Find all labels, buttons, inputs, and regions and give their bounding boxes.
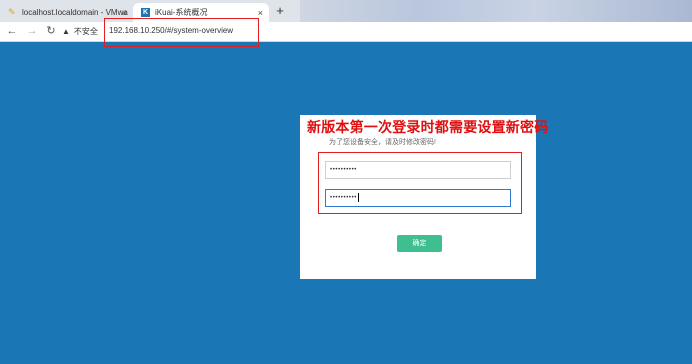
close-icon[interactable]: × [258,8,263,18]
text-caret [358,192,360,202]
pencil-icon: ✎ [8,7,16,17]
tab-title: iKuai-系统概况 [155,8,208,17]
password-value: •••••••••• [330,195,358,201]
password-value: •••••••••• [330,167,358,173]
tab-title: localhost.localdomain - VMwa [22,8,128,17]
url-highlight-box [104,18,259,47]
confirm-button[interactable]: 确定 [397,235,442,252]
new-password-field[interactable]: •••••••••• [325,161,511,179]
back-arrow-icon[interactable]: ← [5,24,19,38]
security-label: 不安全 [73,27,98,36]
warning-icon: ▲ [62,27,70,36]
close-icon[interactable]: × [122,8,127,18]
ikuai-logo-icon: K [141,8,150,17]
new-tab-button[interactable]: + [272,3,288,19]
reload-icon[interactable]: ↻ [44,24,58,38]
forward-arrow-icon[interactable]: → [25,24,39,38]
confirm-password-field[interactable]: •••••••••• [325,189,511,207]
tab-strip-background [300,0,692,22]
annotation-text: 新版本第一次登录时都需要设置新密码 [307,120,549,136]
security-indicator[interactable]: ▲ 不安全 [62,26,98,37]
panel-subtitle: 为了您设备安全，请及时修改密码! [329,139,436,146]
